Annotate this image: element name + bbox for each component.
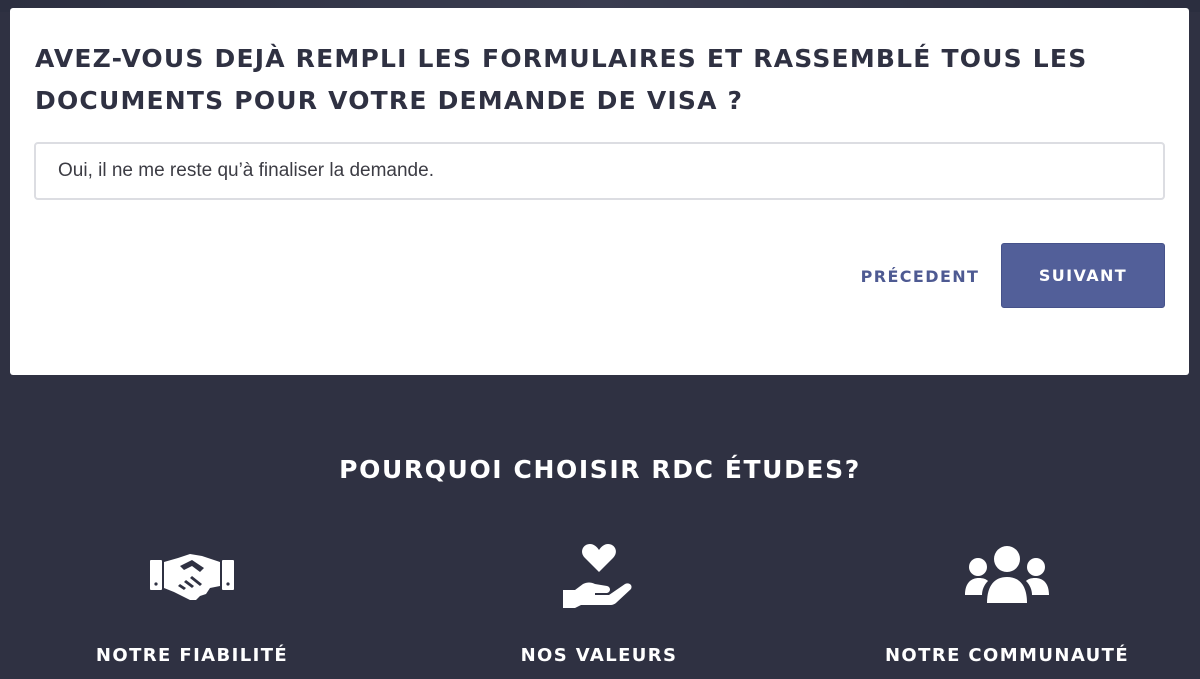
answer-option[interactable]: Oui, il ne me reste qu’à finaliser la de… [34, 142, 1165, 200]
why-section-title: POURQUOI CHOISIR RDC ÉTUDES? [339, 455, 861, 484]
feature-values: NOS VALEURS [449, 540, 749, 679]
feature-reliability-label: NOTRE FIABILITÉ [95, 645, 289, 666]
previous-button[interactable]: PRÉCEDENT [850, 256, 990, 296]
handshake-icon [142, 540, 242, 612]
next-button[interactable]: SUIVANT [1001, 243, 1165, 308]
feature-community-label: NOTRE COMMUNAUTÉ [884, 645, 1130, 666]
quiz-question: AVEZ-VOUS DEJÀ REMPLI LES FORMULAIRES ET… [35, 44, 1088, 115]
feature-community: NOTRE COMMUNAUTÉ [857, 540, 1157, 679]
quiz-card: AVEZ-VOUS DEJÀ REMPLI LES FORMULAIRES ET… [10, 8, 1189, 375]
heart-hand-icon [549, 540, 649, 612]
feature-reliability: NOTRE FIABILITÉ [42, 540, 342, 679]
users-icon [957, 540, 1057, 612]
feature-values-label: NOS VALEURS [520, 645, 678, 666]
